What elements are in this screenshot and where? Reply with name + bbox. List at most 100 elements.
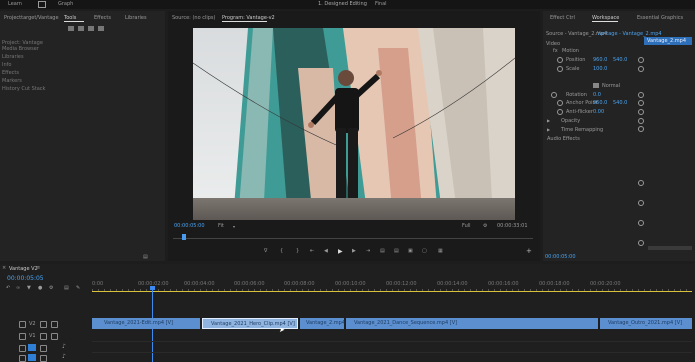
captions-icon[interactable]: ▤ — [64, 285, 69, 291]
lock-icon[interactable] — [19, 355, 26, 362]
expand-arrow-icon[interactable]: ▶ — [547, 127, 550, 132]
left-tab-effects[interactable]: Effects — [94, 15, 111, 21]
step-forward-icon[interactable]: ▶ — [352, 248, 356, 254]
left-item[interactable]: Effects — [2, 70, 19, 76]
close-icon[interactable]: × — [2, 265, 6, 271]
stopwatch-icon[interactable] — [557, 57, 563, 63]
snap-icon[interactable]: ↶ — [6, 285, 10, 291]
add-button-icon[interactable]: + — [526, 247, 532, 255]
eye-icon[interactable] — [51, 333, 58, 340]
panel-menu-icon[interactable]: ▤ — [143, 254, 148, 260]
keyframe-icon[interactable] — [638, 57, 644, 63]
go-to-in-icon[interactable]: ⇤ — [310, 248, 314, 254]
timeline-timecode[interactable]: 00:00:05:05 — [7, 275, 44, 282]
left-item[interactable]: History Cut Stack — [2, 86, 45, 92]
opacity-label[interactable]: Opacity — [561, 118, 580, 124]
eye-icon[interactable] — [51, 321, 58, 328]
mic-icon[interactable]: ♪ — [62, 343, 66, 350]
extract-icon[interactable]: ▤ — [394, 248, 399, 254]
keyframe-icon[interactable] — [638, 109, 644, 115]
timeline-clip[interactable]: Vantage_2.mp4 [V] — [300, 318, 354, 329]
anchor-x[interactable]: 960.0 — [593, 100, 607, 106]
stopwatch-icon[interactable] — [557, 100, 563, 106]
linked-icon[interactable]: ∞ — [16, 285, 20, 291]
sync-icon[interactable] — [40, 333, 47, 340]
thumb-icon[interactable] — [88, 26, 94, 31]
out-point-icon[interactable]: } — [296, 248, 299, 254]
keyframe-icon[interactable] — [638, 92, 644, 98]
stopwatch-icon[interactable] — [551, 92, 557, 98]
menu-graph[interactable]: Graph — [58, 1, 73, 7]
blend-mode-swatch[interactable] — [593, 83, 599, 88]
sync-icon[interactable] — [40, 355, 47, 362]
work-area-bar[interactable] — [92, 291, 692, 292]
flicker-value[interactable]: 0.00 — [593, 109, 604, 115]
program-scrubber[interactable] — [173, 238, 533, 239]
time-ruler[interactable]: 0:00 00:00:02:00 00:00:04:00 00:00:06:00… — [92, 278, 692, 292]
wrench-icon[interactable]: ⚙ — [483, 223, 487, 229]
left-item[interactable]: Libraries — [2, 54, 24, 60]
play-icon[interactable]: ▶ — [338, 248, 343, 255]
export-frame-icon[interactable]: ▣ — [408, 248, 413, 254]
anchor-y[interactable]: 540.0 — [613, 100, 627, 106]
in-point-icon[interactable]: { — [280, 248, 283, 254]
keyframe-icon[interactable] — [638, 180, 644, 186]
timeline-clip[interactable]: Vantage_2021-Edit.mp4 [V] — [92, 318, 200, 329]
position-y[interactable]: 540.0 — [613, 57, 627, 63]
keyframe-icon[interactable] — [638, 126, 644, 132]
time-remap-label[interactable]: Time Remapping — [561, 127, 603, 133]
blend-mode[interactable]: Normal — [602, 83, 620, 89]
tab-source[interactable]: Source: (no clips) — [172, 15, 215, 21]
stopwatch-icon[interactable] — [557, 66, 563, 72]
edit-icon[interactable] — [38, 1, 46, 8]
lock-icon[interactable] — [19, 333, 26, 340]
lift-icon[interactable]: ▤ — [380, 248, 385, 254]
stopwatch-icon[interactable] — [557, 109, 563, 115]
thumb-icon[interactable] — [78, 26, 84, 31]
mic-icon[interactable]: ♪ — [62, 353, 66, 360]
source-patch-a2[interactable] — [28, 354, 36, 361]
playhead-handle[interactable] — [150, 286, 155, 290]
keyframe-icon[interactable] — [638, 220, 644, 226]
keyframe-icon[interactable] — [638, 66, 644, 72]
rotation-value[interactable]: 0.0 — [593, 92, 601, 98]
multi-icon[interactable]: ▦ — [438, 248, 443, 254]
program-timecode[interactable]: 00:00:05:00 — [174, 223, 205, 229]
keyframe-icon[interactable] — [638, 118, 644, 124]
keyframe-icon[interactable] — [638, 200, 644, 206]
fx-icon[interactable]: fx — [553, 48, 558, 54]
marker-icon[interactable]: ∇ — [264, 248, 267, 254]
compare-icon[interactable]: ▢ — [422, 248, 427, 254]
left-item[interactable]: Media Browser — [2, 46, 39, 52]
thumb-icon[interactable] — [68, 26, 74, 31]
keyframe-icon[interactable] — [638, 100, 644, 106]
sync-icon[interactable] — [40, 345, 47, 352]
menu-learn[interactable]: Learn — [8, 1, 22, 7]
timeline-clip[interactable]: Vantage_2021_Dance_Sequence.mp4 [V] — [346, 318, 598, 329]
scale-value[interactable]: 100.0 — [593, 66, 607, 72]
keyframe-icon[interactable] — [638, 240, 644, 246]
wrench-icon[interactable]: ✎ — [76, 285, 80, 291]
lock-icon[interactable] — [19, 321, 26, 328]
go-to-out-icon[interactable]: ⇥ — [366, 248, 370, 254]
marker-add-icon[interactable]: ● — [38, 285, 42, 291]
left-item[interactable]: Markers — [2, 78, 22, 84]
position-x[interactable]: 960.0 — [593, 57, 607, 63]
thumb-icon[interactable] — [98, 26, 104, 31]
tab-effect-controls[interactable]: Effect Ctrl — [550, 15, 575, 21]
source-patch-a1[interactable] — [28, 344, 36, 351]
insert-icon[interactable]: ▼ — [27, 285, 31, 291]
timeline-tab[interactable]: Vantage V2 — [9, 266, 38, 272]
lock-icon[interactable] — [19, 345, 26, 352]
tab-essential-graphics[interactable]: Essential Graphics — [637, 15, 683, 21]
settings-icon[interactable]: ⚙ — [49, 285, 53, 291]
program-playhead[interactable] — [182, 234, 186, 240]
expand-arrow-icon[interactable]: ▶ — [547, 118, 550, 123]
step-back-icon[interactable]: ◀ — [324, 248, 328, 254]
left-tab-project[interactable]: Projecttarget/Vantage — [4, 15, 59, 21]
menu-icon[interactable]: ≡ — [36, 265, 40, 271]
sync-icon[interactable] — [40, 321, 47, 328]
clip-popup[interactable]: Vantage_2.mp4 — [644, 37, 692, 45]
left-tab-libraries[interactable]: Libraries — [125, 15, 147, 21]
ec-motion[interactable]: Motion — [562, 48, 579, 54]
